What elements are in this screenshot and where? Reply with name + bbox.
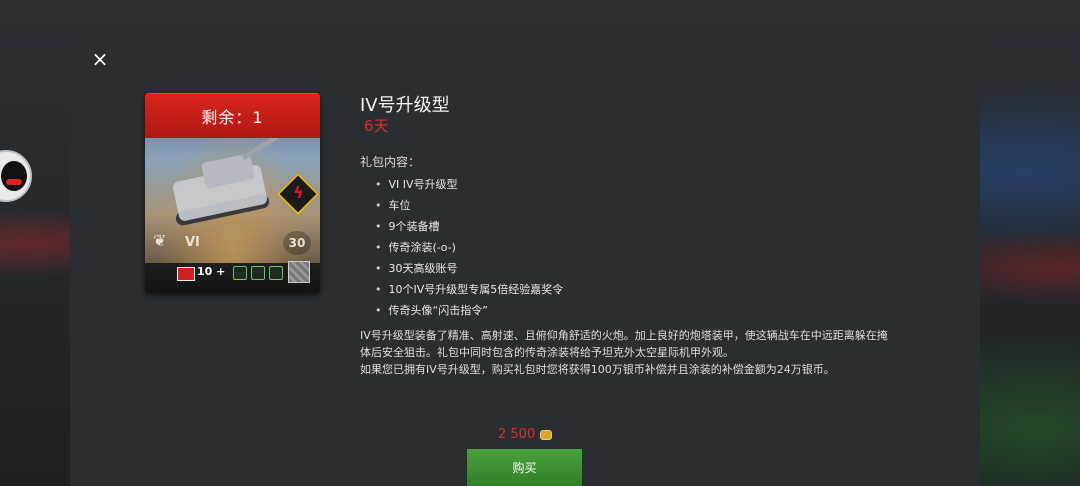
contents-list: VI IV号升级型 车位 9个装备槽 传奇涂装(-o-) 30天高级账号 10个… (375, 174, 564, 321)
bundle-description: IV号升级型装备了精准、高射速、且俯仰角舒适的火炮。加上良好的炮塔装甲，使这辆战… (360, 327, 920, 378)
bundle-modal: × ϟ ❦ VI 30 10 + 剩余：1 IV号升级型 6天 礼包内容： VI… (70, 29, 980, 486)
remaining-ribbon: 剩余：1 (145, 94, 320, 138)
description-line: IV号升级型装备了精准、高射速、且俯仰角舒适的火炮。加上良好的炮塔装甲，使这辆战… (360, 329, 888, 342)
time-left: 6天 (364, 117, 389, 135)
tank-gun (241, 134, 279, 161)
price: 2 500 (498, 427, 553, 442)
list-item: 传奇涂装(-o-) (375, 237, 563, 258)
list-item: 9个装备槽 (375, 216, 563, 237)
list-item: 传奇头像“闪击指令” (375, 300, 563, 321)
days-badge: 30 (283, 231, 311, 255)
description-line: 体后安全狙击。礼包中同时包含的传奇涂装将给予坦克外太空星际机甲外观。 (360, 346, 734, 359)
laurel-icon: ❦ (153, 231, 167, 250)
bundle-title: IV号升级型 (360, 95, 450, 116)
buy-button[interactable]: 购买 (467, 449, 582, 486)
list-item: 30天高级账号 (375, 258, 563, 279)
list-item: 车位 (375, 195, 563, 216)
contents-label: 礼包内容： (360, 155, 421, 169)
crosshair-icon (233, 266, 247, 280)
price-value: 2 500 (498, 427, 536, 442)
list-item: VI IV号升级型 (375, 174, 563, 195)
list-item: 10个IV号升级型专属5倍经验嘉奖令 (375, 279, 564, 300)
close-icon[interactable]: × (90, 49, 110, 69)
gear-icon (269, 266, 283, 280)
tier-label: VI (185, 235, 200, 250)
camo-icon (288, 261, 310, 283)
penguin-icon (1, 161, 27, 191)
flag-icon (177, 267, 195, 281)
description-line: 如果您已拥有IV号升级型，购买礼包时您将获得100万银币补偿并且涂装的补偿金额为… (360, 363, 835, 376)
shield-icon (251, 266, 265, 280)
gold-coin-icon (540, 429, 553, 440)
bundle-card: ϟ ❦ VI 30 10 + 剩余：1 (145, 93, 320, 293)
chip-count: 10 + (197, 265, 226, 278)
